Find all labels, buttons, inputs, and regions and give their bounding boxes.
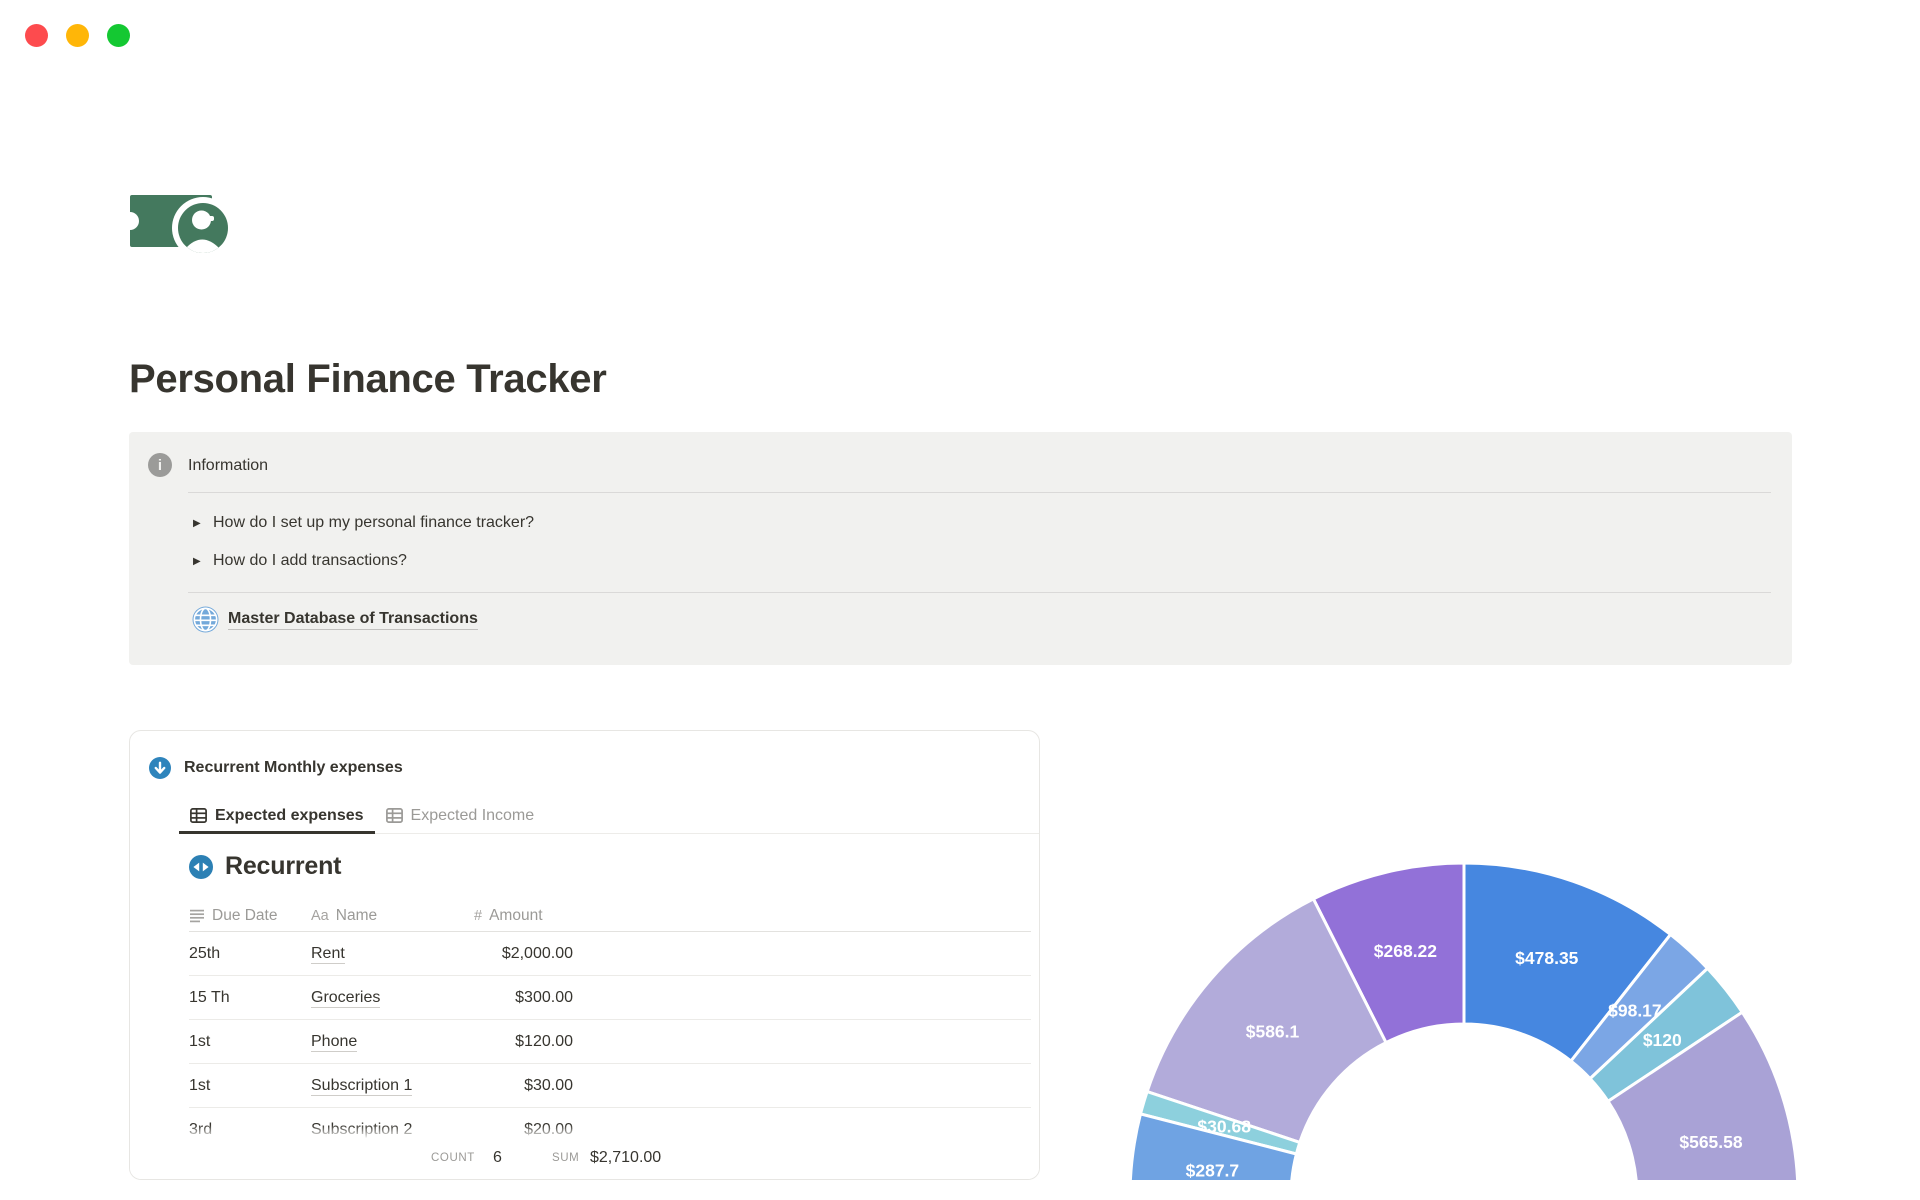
amount-cell[interactable]: $2,000.00 bbox=[474, 945, 573, 963]
donut-segment-label: $565.58 bbox=[1679, 1132, 1743, 1152]
window-close-button[interactable] bbox=[25, 24, 48, 47]
table-row[interactable]: 1st Phone $120.00 bbox=[189, 1020, 1031, 1064]
text-lines-icon bbox=[190, 909, 204, 923]
amount-cell[interactable]: $300.00 bbox=[474, 989, 573, 1007]
sum-value[interactable]: $2,710.00 bbox=[590, 1149, 661, 1167]
page-name-link[interactable]: Phone bbox=[311, 1032, 358, 1052]
column-header-amount[interactable]: # Amount bbox=[474, 907, 634, 925]
toggle-add-transactions-question[interactable]: ▶ How do I add transactions? bbox=[189, 549, 407, 573]
page-name-link[interactable]: Rent bbox=[311, 944, 345, 964]
column-header-name[interactable]: Aa Name bbox=[311, 907, 474, 925]
tab-expected-income[interactable]: Expected Income bbox=[375, 800, 546, 834]
table-aggregate-footer: COUNT 6 SUM $2,710.00 bbox=[130, 1125, 1039, 1179]
divider bbox=[188, 592, 1771, 593]
master-database-link-label: Master Database of Transactions bbox=[228, 610, 478, 630]
amount-cell[interactable]: $30.00 bbox=[474, 1077, 573, 1095]
donut-segment-label: $478.35 bbox=[1515, 948, 1579, 968]
name-cell[interactable]: Rent bbox=[311, 944, 474, 964]
master-database-link[interactable]: Master Database of Transactions bbox=[192, 606, 478, 633]
column-header-due-date[interactable]: Due Date bbox=[189, 907, 311, 925]
arrow-down-circle-icon bbox=[149, 757, 171, 779]
sum-label[interactable]: SUM bbox=[552, 1152, 579, 1164]
name-cell[interactable]: Groceries bbox=[311, 988, 474, 1008]
page-name-link[interactable]: Groceries bbox=[311, 988, 381, 1008]
toggle-label: How do I add transactions? bbox=[213, 552, 407, 569]
table-title: Recurrent bbox=[225, 852, 342, 880]
tab-expected-expenses[interactable]: Expected expenses bbox=[179, 800, 375, 834]
donut-segment-label: $586.1 bbox=[1246, 1022, 1300, 1042]
table-grid-icon bbox=[190, 808, 207, 823]
due-date-cell[interactable]: 25th bbox=[189, 945, 311, 963]
name-cell[interactable]: Phone bbox=[311, 1032, 474, 1052]
expense-table-rows: 25th Rent $2,000.00 15 Th Groceries $300.00 1s… bbox=[189, 931, 1031, 1152]
table-row[interactable]: 25th Rent $2,000.00 bbox=[189, 932, 1031, 976]
expenses-donut-chart[interactable]: $268.22 $478.35 $98.17 $120 $565.58 $586.1 $30… bbox=[1114, 862, 1814, 1192]
recurrent-expenses-card: Recurrent Monthly expenses Expected expe… bbox=[129, 730, 1040, 1180]
divider bbox=[188, 492, 1771, 493]
arrows-left-right-circle-icon bbox=[189, 854, 213, 879]
page-title: Personal Finance Tracker bbox=[129, 356, 607, 401]
donut-segment-label: $287.7 bbox=[1186, 1161, 1240, 1181]
table-grid-icon bbox=[385, 808, 403, 823]
column-label: Amount bbox=[489, 907, 543, 924]
window-maximize-button[interactable] bbox=[107, 24, 130, 47]
toggle-setup-question[interactable]: ▶ How do I set up my personal finance tr… bbox=[189, 511, 534, 535]
information-callout: i Information ▶ How do I set up my perso… bbox=[129, 432, 1792, 665]
due-date-cell[interactable]: 1st bbox=[189, 1033, 311, 1051]
table-row[interactable]: 15 Th Groceries $300.00 bbox=[189, 976, 1031, 1020]
window-minimize-button[interactable] bbox=[66, 24, 89, 47]
page-icon-banknote[interactable] bbox=[121, 180, 239, 262]
donut-chart-svg: $268.22 $478.35$98.17$120$565.58$586.1$30… bbox=[1128, 862, 1800, 1181]
globe-icon bbox=[192, 606, 219, 633]
toggle-triangle-icon[interactable]: ▶ bbox=[189, 518, 213, 529]
due-date-cell[interactable]: 1st bbox=[189, 1077, 311, 1095]
callout-title: Information bbox=[188, 457, 269, 474]
name-cell[interactable]: Subscription 1 bbox=[311, 1076, 474, 1096]
due-date-cell[interactable]: 15 Th bbox=[189, 989, 311, 1007]
view-tabs: Expected expenses Expected Income bbox=[179, 800, 545, 834]
tab-label: Expected expenses bbox=[215, 806, 364, 824]
donut-segment-label: $268.22 bbox=[1374, 941, 1438, 961]
table-column-headers: Due Date Aa Name # Amount bbox=[189, 901, 634, 931]
title-icon: Aa bbox=[311, 908, 329, 924]
card-header-toggle[interactable]: Recurrent Monthly expenses bbox=[149, 757, 403, 779]
card-header-title: Recurrent Monthly expenses bbox=[184, 759, 403, 776]
column-label: Name bbox=[335, 907, 378, 924]
column-label: Due Date bbox=[212, 907, 278, 924]
linked-database-title[interactable]: Recurrent bbox=[189, 852, 341, 881]
donut-segment-label: $120 bbox=[1643, 1030, 1682, 1050]
page-name-link[interactable]: Subscription 1 bbox=[311, 1076, 413, 1096]
table-row[interactable]: 1st Subscription 1 $30.00 bbox=[189, 1064, 1031, 1108]
count-label[interactable]: COUNT bbox=[431, 1152, 475, 1164]
number-icon: # bbox=[474, 908, 483, 924]
info-icon: i bbox=[148, 453, 172, 477]
toggle-label: How do I set up my personal finance trac… bbox=[213, 514, 535, 531]
count-value[interactable]: 6 bbox=[493, 1149, 502, 1167]
banknote-icon bbox=[121, 195, 234, 259]
tab-label: Expected Income bbox=[410, 806, 535, 824]
amount-cell[interactable]: $120.00 bbox=[474, 1033, 573, 1051]
toggle-triangle-icon[interactable]: ▶ bbox=[189, 556, 213, 567]
